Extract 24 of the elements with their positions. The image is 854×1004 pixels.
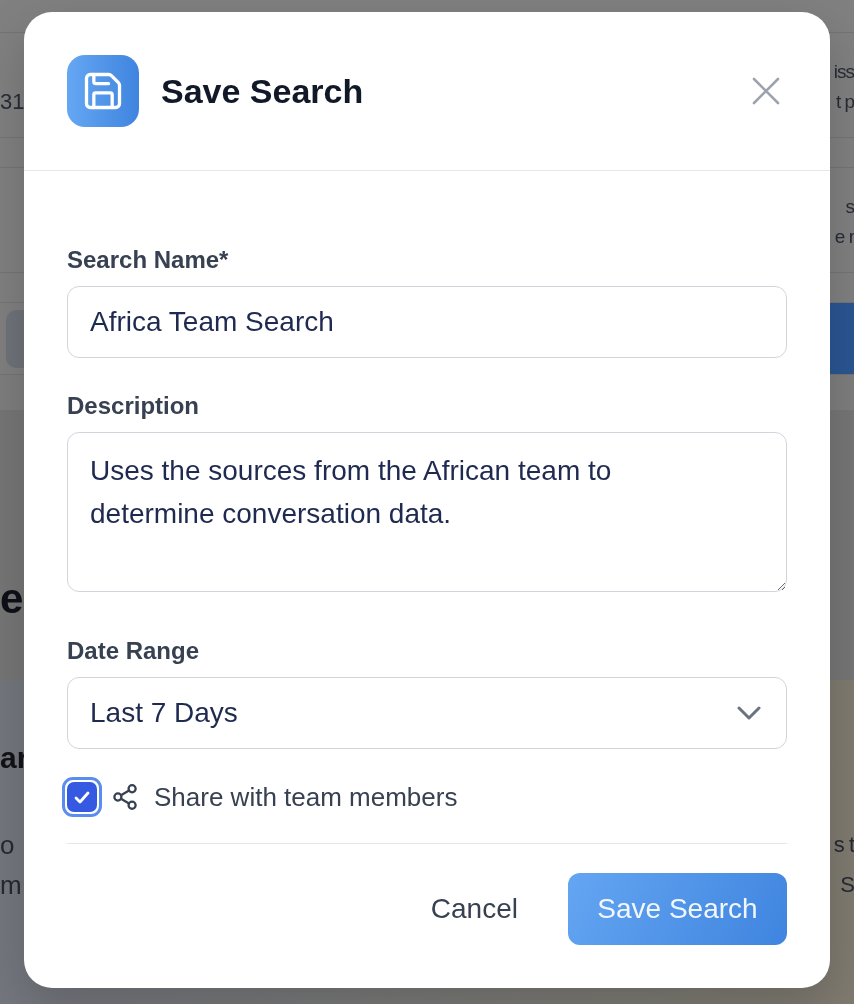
- share-icon: [112, 784, 138, 810]
- card-text: S: [840, 871, 854, 899]
- dialog-title: Save Search: [161, 71, 364, 112]
- card-text: s t: [833, 831, 854, 859]
- close-icon: [752, 77, 780, 105]
- share-label: Share with team members: [154, 781, 458, 813]
- table-cell-text: iss: [833, 60, 854, 84]
- card-text: o: [0, 829, 15, 862]
- check-icon: [74, 790, 90, 804]
- field-label: Description: [67, 391, 201, 421]
- section-heading: e: [0, 574, 24, 624]
- table-cell-text: t p: [835, 90, 854, 114]
- share-checkbox[interactable]: [62, 777, 102, 817]
- field-label: Search Name*: [67, 245, 230, 275]
- cancel-button[interactable]: Cancel: [406, 873, 542, 945]
- table-cell-text: e r: [834, 225, 854, 249]
- chevron-down-icon: [737, 706, 761, 720]
- card-text: m: [0, 869, 22, 902]
- table-cell-text: s: [845, 195, 854, 219]
- date-range-select[interactable]: Last 7 Days: [67, 677, 787, 749]
- field-label: Date Range: [67, 636, 201, 666]
- search-name-field[interactable]: Africa Team Search: [67, 286, 787, 358]
- description-field[interactable]: Uses the sources from the African team to determine conversation data.: [67, 432, 787, 592]
- table-cell-text: 31: [0, 89, 25, 114]
